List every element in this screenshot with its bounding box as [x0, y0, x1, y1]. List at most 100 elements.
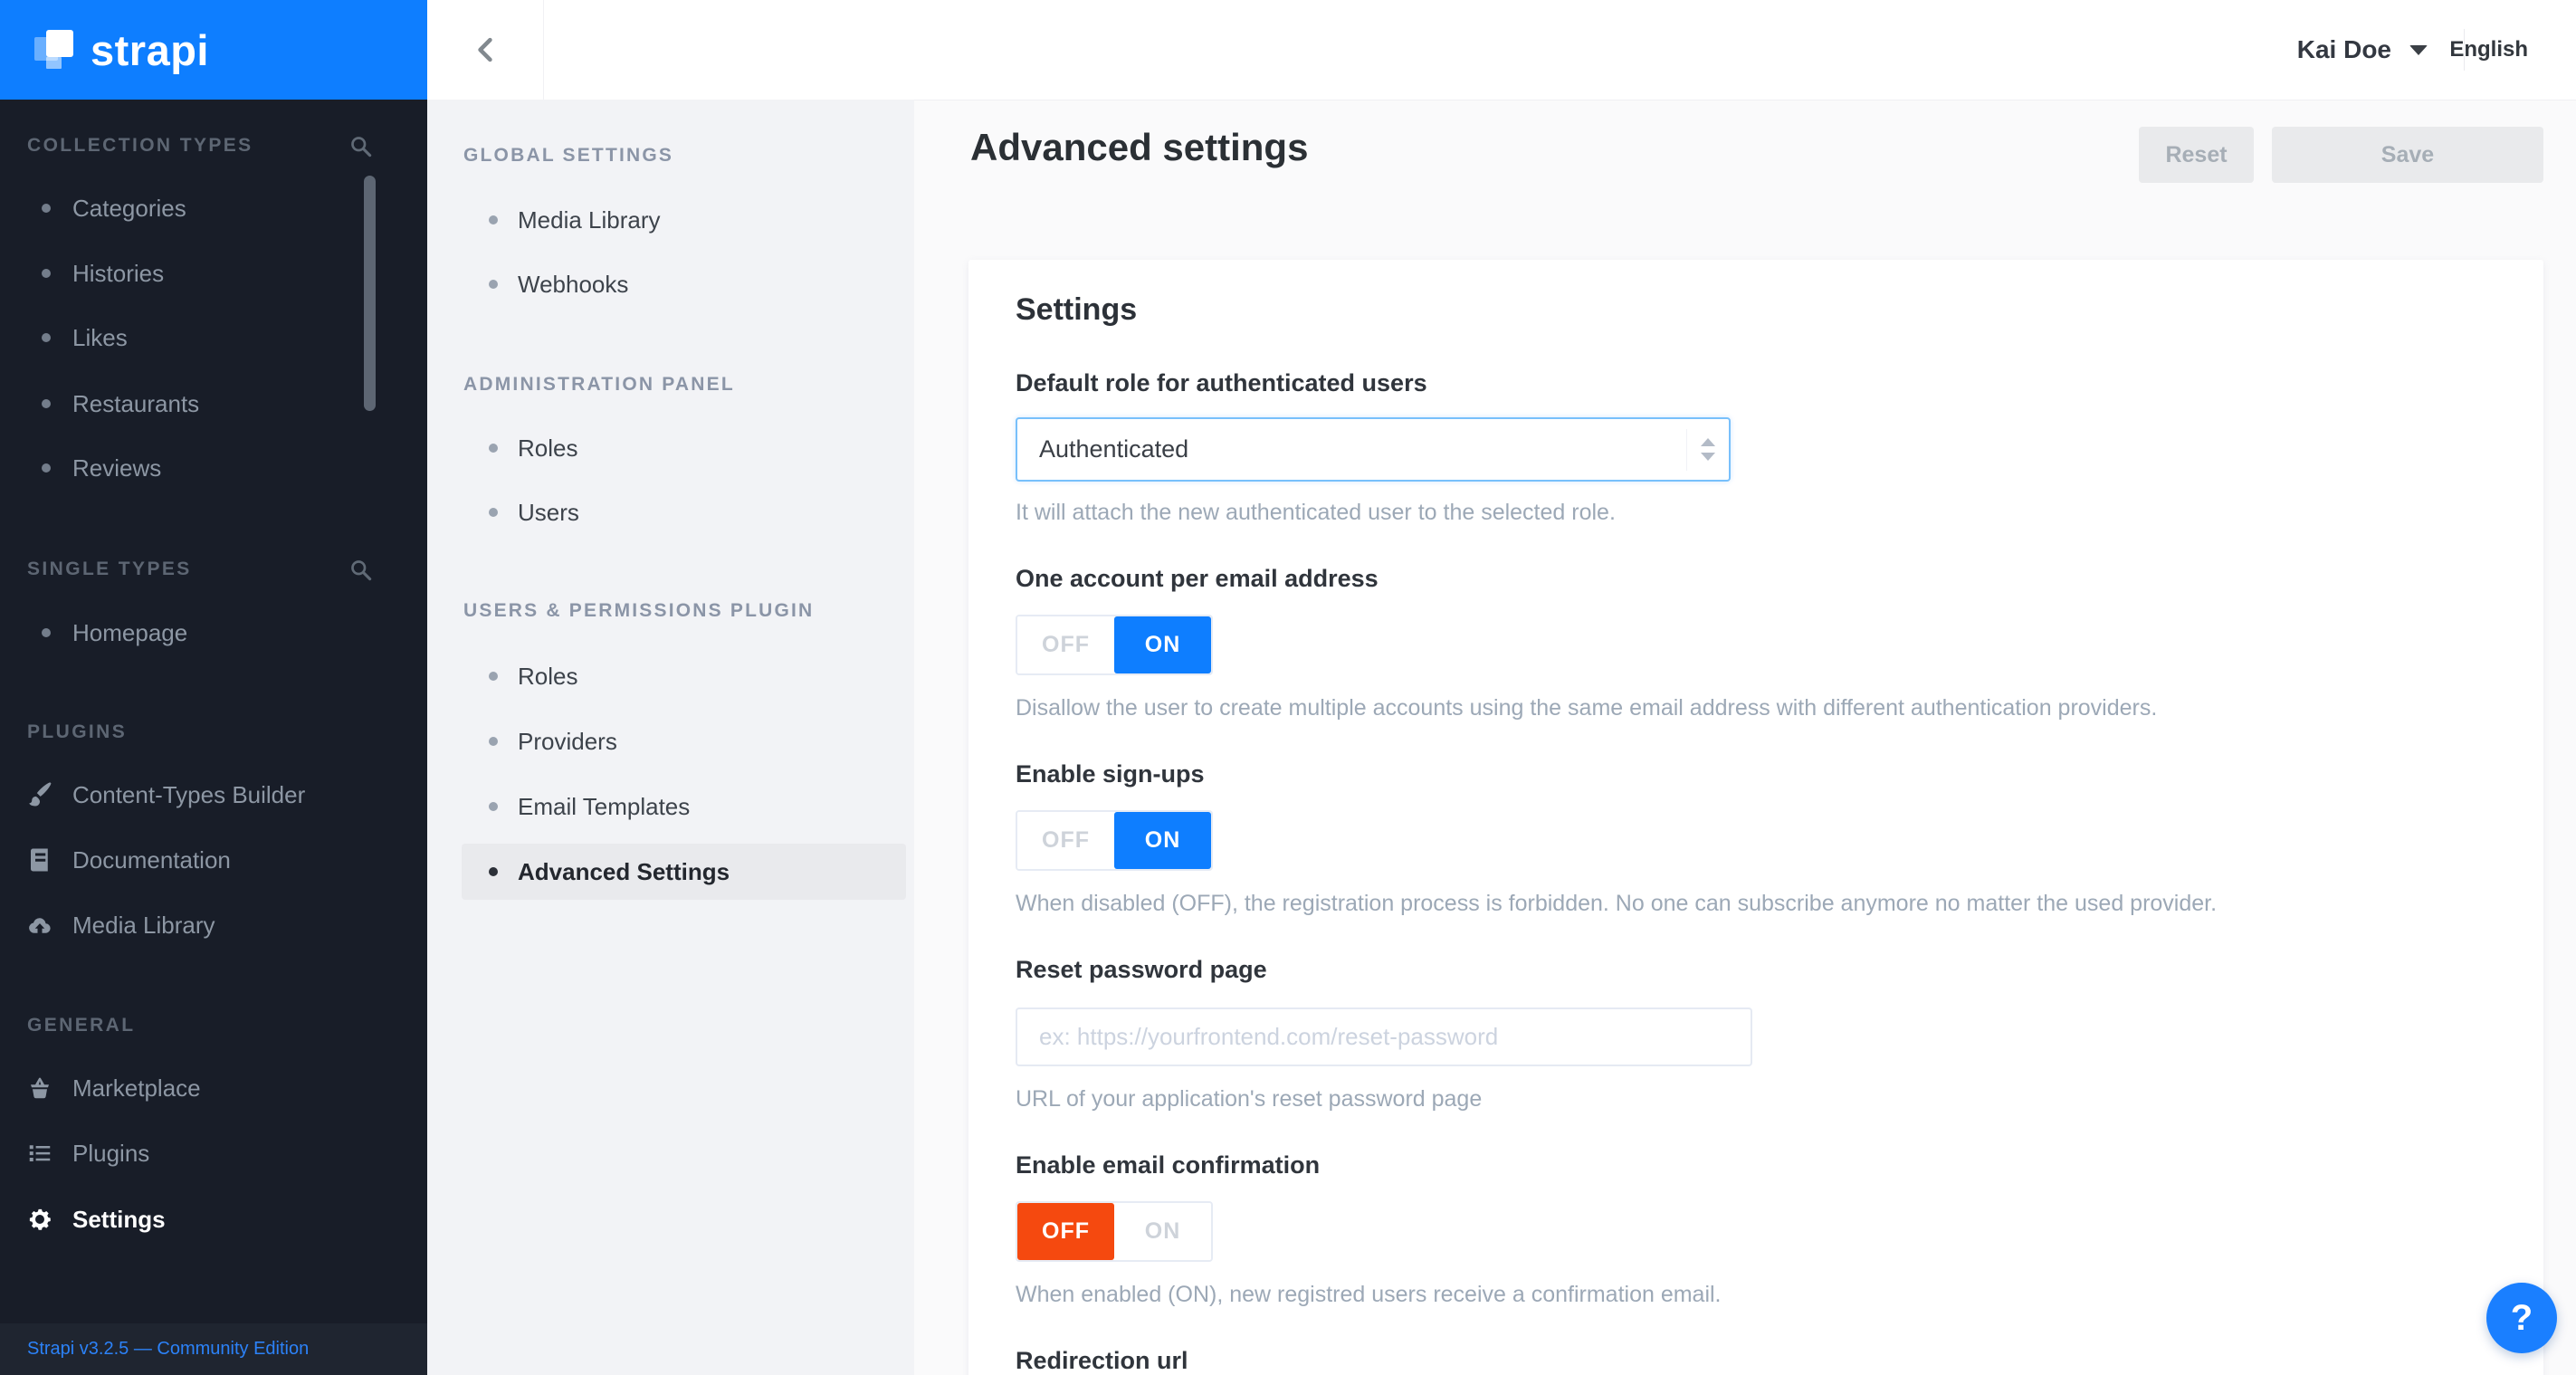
subnav-item-media-library[interactable]: Media Library: [489, 204, 661, 236]
subnav-item-providers[interactable]: Providers: [489, 725, 617, 758]
subnav-section-global-settings: GLOBAL SETTINGS: [463, 145, 674, 166]
strapi-logo[interactable]: strapi: [0, 0, 427, 100]
toggle-on-button[interactable]: ON: [1114, 1203, 1211, 1260]
one-account-toggle: OFF ON: [1016, 615, 1213, 675]
toggle-off-button[interactable]: OFF: [1017, 812, 1114, 869]
bullet: [489, 802, 498, 811]
sidebar-item-label: Settings: [72, 1205, 166, 1233]
field-help-enable-signups: When disabled (OFF), the registration pr…: [1016, 891, 2218, 916]
sidebar-footer: Strapi v3.2.5 — Community Edition: [0, 1323, 427, 1375]
sidebar-item-label: Documentation: [72, 845, 231, 874]
language-selector[interactable]: English: [2449, 0, 2528, 100]
book-icon: [25, 845, 54, 874]
back-button[interactable]: [427, 0, 544, 100]
card-heading: Settings: [1016, 292, 1138, 327]
sidebar-item-label: Homepage: [72, 618, 188, 646]
sidebar-item-plugins[interactable]: Plugins: [0, 1137, 427, 1170]
gear-icon: [25, 1205, 54, 1234]
strapi-admin-screen: strapi COLLECTION TYPES Categories Histo…: [0, 0, 2576, 1375]
bullet: [489, 215, 498, 224]
sidebar-item-categories[interactable]: Categories: [0, 192, 427, 224]
subnav-item-admin-users[interactable]: Users: [489, 496, 579, 529]
toggle-on-button[interactable]: ON: [1114, 812, 1211, 869]
default-role-select[interactable]: Authenticated: [1016, 417, 1731, 482]
version-link[interactable]: Strapi v3.2.5 — Community Edition: [27, 1339, 309, 1360]
select-stepper-icon: [1686, 428, 1729, 471]
chevron-down-icon: [2409, 44, 2428, 55]
save-button[interactable]: Save: [2272, 127, 2543, 183]
section-title-text: SINGLE TYPES: [27, 559, 192, 579]
subnav-item-label: Media Library: [518, 205, 661, 234]
field-help-one-account: Disallow the user to create multiple acc…: [1016, 695, 2158, 721]
list-icon: [25, 1139, 54, 1168]
search-icon[interactable]: [348, 558, 373, 582]
subnav-item-label: Providers: [518, 727, 617, 755]
basket-icon: [25, 1074, 54, 1103]
reset-button[interactable]: Reset: [2139, 127, 2254, 183]
reset-password-input[interactable]: [1016, 1007, 1752, 1066]
bullet: [42, 333, 51, 342]
section-general: GENERAL: [27, 1013, 373, 1038]
subnav-item-advanced-settings[interactable]: Advanced Settings: [462, 844, 906, 900]
bullet: [489, 867, 498, 876]
subnav-item-label: Users: [518, 498, 579, 526]
field-label-email-confirmation: Enable email confirmation: [1016, 1151, 1321, 1179]
user-name: Kai Doe: [2296, 35, 2391, 63]
search-icon[interactable]: [348, 134, 373, 158]
brush-icon: [25, 780, 54, 809]
field-label-reset-password-page: Reset password page: [1016, 956, 1267, 983]
field-help-reset-password-page: URL of your application's reset password…: [1016, 1086, 1483, 1112]
logo-text: strapi: [91, 25, 209, 74]
sidebar-item-reviews[interactable]: Reviews: [0, 452, 427, 484]
subnav-section-users-permissions: USERS & PERMISSIONS PLUGIN: [463, 600, 815, 621]
email-confirmation-toggle: OFF ON: [1016, 1201, 1213, 1262]
sidebar-item-label: Restaurants: [72, 389, 200, 417]
bullet: [489, 672, 498, 681]
sidebar-item-content-types-builder[interactable]: Content-Types Builder: [0, 778, 427, 811]
subnav-item-admin-roles[interactable]: Roles: [489, 432, 577, 464]
sidebar-item-likes[interactable]: Likes: [0, 321, 427, 354]
sidebar-item-label: Reviews: [72, 454, 162, 482]
user-menu[interactable]: Kai Doe: [2297, 0, 2428, 100]
field-label-enable-signups: Enable sign-ups: [1016, 760, 1205, 788]
sidebar-item-label: Content-Types Builder: [72, 780, 306, 808]
field-help-default-role: It will attach the new authenticated use…: [1016, 500, 1616, 525]
sidebar-item-label: Histories: [72, 259, 165, 287]
strapi-logo-icon: [34, 29, 76, 71]
page-title: Advanced settings: [970, 126, 1309, 168]
help-button[interactable]: ?: [2486, 1283, 2557, 1353]
bullet: [42, 399, 51, 408]
subnav-item-up-roles[interactable]: Roles: [489, 660, 577, 692]
sidebar-item-label: Likes: [72, 323, 128, 351]
field-label-one-account: One account per email address: [1016, 565, 1379, 592]
sidebar-item-restaurants[interactable]: Restaurants: [0, 387, 427, 420]
subnav-item-label: Webhooks: [518, 270, 629, 298]
select-value: Authenticated: [1039, 435, 1189, 463]
sidebar-item-label: Marketplace: [72, 1074, 201, 1102]
subnav-item-webhooks[interactable]: Webhooks: [489, 268, 628, 301]
sidebar-item-documentation[interactable]: Documentation: [0, 844, 427, 876]
subnav-item-email-templates[interactable]: Email Templates: [489, 790, 690, 823]
sidebar-item-histories[interactable]: Histories: [0, 257, 427, 290]
toggle-on-button[interactable]: ON: [1114, 616, 1211, 673]
section-title-text: GENERAL: [27, 1015, 136, 1036]
chevron-left-icon: [478, 37, 492, 62]
subnav-item-label: Advanced Settings: [518, 857, 730, 885]
settings-card: Settings Default role for authenticated …: [968, 260, 2543, 1375]
subnav-item-label: Email Templates: [518, 792, 691, 820]
field-label-redirection-url: Redirection url: [1016, 1347, 1188, 1374]
toggle-off-button[interactable]: OFF: [1017, 1203, 1114, 1260]
section-title-text: PLUGINS: [27, 721, 128, 742]
sidebar-item-settings[interactable]: Settings: [0, 1203, 427, 1236]
sidebar-item-marketplace[interactable]: Marketplace: [0, 1072, 427, 1104]
enable-signups-toggle: OFF ON: [1016, 810, 1213, 871]
sidebar-item-media-library[interactable]: Media Library: [0, 909, 427, 941]
subnav-section-administration-panel: ADMINISTRATION PANEL: [463, 374, 735, 395]
topbar: Kai Doe English: [427, 0, 2576, 100]
settings-subnav: GLOBAL SETTINGS Media Library Webhooks A…: [427, 100, 914, 1375]
subnav-item-label: Roles: [518, 662, 578, 690]
bullet: [489, 737, 498, 746]
toggle-off-button[interactable]: OFF: [1017, 616, 1114, 673]
field-label-default-role: Default role for authenticated users: [1016, 369, 1427, 396]
sidebar-item-homepage[interactable]: Homepage: [0, 616, 427, 649]
